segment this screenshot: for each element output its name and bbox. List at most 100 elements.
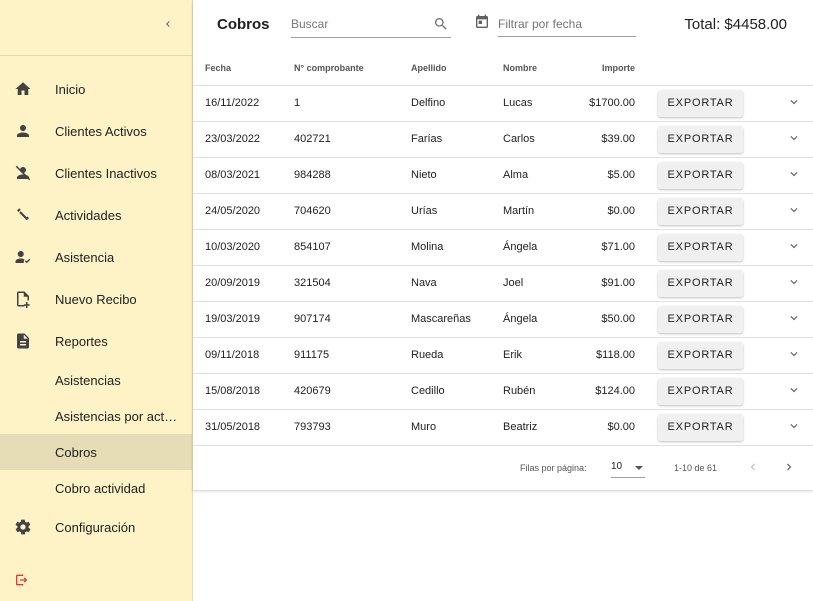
chevron-left-icon <box>166 21 170 27</box>
cell-nombre: Erik <box>491 337 551 374</box>
cell-nombre: Martín <box>491 193 551 230</box>
cell-importe: $71.00 <box>551 229 641 266</box>
table-row[interactable]: 10/03/2020 854107 Molina Ángela $71.00 E… <box>193 229 813 266</box>
export-button[interactable]: EXPORTAR <box>658 269 743 297</box>
sidebar-item-label: Actividades <box>55 207 122 223</box>
expand-row-button[interactable] <box>787 383 801 397</box>
sidebar-item-actividades[interactable]: Actividades <box>0 194 192 236</box>
expand-row-button[interactable] <box>787 347 801 361</box>
export-button[interactable]: EXPORTAR <box>658 413 743 441</box>
export-button[interactable]: EXPORTAR <box>658 197 743 225</box>
table-row[interactable]: 23/03/2022 402721 Farías Carlos $39.00 E… <box>193 121 813 158</box>
cell-importe: $0.00 <box>551 193 641 230</box>
sidebar-item-label: Nuevo Recibo <box>55 291 137 307</box>
logout-button[interactable] <box>14 572 30 593</box>
export-button[interactable]: EXPORTAR <box>658 233 743 261</box>
column-header-fecha[interactable]: Fecha <box>193 52 282 86</box>
sidebar-item-asistencia[interactable]: Asistencia <box>0 236 192 278</box>
cell-comprobante: 402721 <box>282 121 399 158</box>
cell-importe: $5.00 <box>551 157 641 194</box>
chevron-down-icon <box>790 315 798 320</box>
sidebar: Inicio Clientes Activos Clientes Inactiv… <box>0 0 193 601</box>
sidebar-item-configuracion[interactable]: Configuración <box>0 506 192 548</box>
toolbar: Cobros Total: $4458.00 <box>193 0 813 52</box>
export-button[interactable]: EXPORTAR <box>658 377 743 405</box>
cell-apellido: Cedillo <box>399 373 491 410</box>
cell-importe: $0.00 <box>551 409 641 446</box>
cell-fecha: 16/11/2022 <box>193 85 282 122</box>
expand-row-button[interactable] <box>787 419 801 433</box>
expand-row-button[interactable] <box>787 203 801 217</box>
cell-apellido: Delfino <box>399 85 491 122</box>
table-row[interactable]: 15/08/2018 420679 Cedillo Rubén $124.00 … <box>193 373 813 410</box>
pagination-range: 1-10 de 61 <box>674 462 718 473</box>
cell-fecha: 09/11/2018 <box>193 337 282 374</box>
cell-nombre: Carlos <box>491 121 551 158</box>
date-filter-field <box>498 12 636 37</box>
sidebar-subitem-cobros[interactable]: Cobros <box>0 434 192 470</box>
export-button[interactable]: EXPORTAR <box>658 125 743 153</box>
export-button[interactable]: EXPORTAR <box>658 305 743 333</box>
column-header-expand <box>741 52 813 86</box>
cell-importe: $50.00 <box>551 301 641 338</box>
cell-nombre: Ángela <box>491 229 551 266</box>
export-button[interactable]: EXPORTAR <box>658 341 743 369</box>
column-header-nombre[interactable]: Nombre <box>491 52 551 86</box>
previous-page-button[interactable] <box>746 460 760 476</box>
sidebar-item-nuevo-recibo[interactable]: Nuevo Recibo <box>0 278 192 320</box>
table-row[interactable]: 08/03/2021 984288 Nieto Alma $5.00 EXPOR… <box>193 157 813 194</box>
sidebar-item-inicio[interactable]: Inicio <box>0 68 192 110</box>
document-icon <box>17 333 29 349</box>
sidebar-item-label: Asistencia <box>55 249 115 265</box>
table-row[interactable]: 31/05/2018 793793 Muro Beatriz $0.00 EXP… <box>193 409 813 446</box>
column-header-apellido[interactable]: Apellido <box>399 52 491 86</box>
sidebar-subitem-asistencias[interactable]: Asistencias <box>0 362 192 398</box>
cell-fecha: 08/03/2021 <box>193 157 282 194</box>
column-header-importe[interactable]: Importe <box>551 52 641 86</box>
date-filter-input[interactable] <box>498 12 634 35</box>
sidebar-item-clientes-inactivos[interactable]: Clientes Inactivos <box>0 152 192 194</box>
search-button[interactable] <box>433 16 449 37</box>
cell-nombre: Alma <box>491 157 551 194</box>
collapse-sidebar-button[interactable] <box>156 12 180 36</box>
cell-comprobante: 984288 <box>282 157 399 194</box>
calendar-button[interactable] <box>474 14 490 35</box>
cell-fecha: 23/03/2022 <box>193 121 282 158</box>
table-row[interactable]: 20/09/2019 321504 Nava Joel $91.00 EXPOR… <box>193 265 813 302</box>
cell-apellido: Mascareñas <box>399 301 491 338</box>
sidebar-subitem-label: Cobros <box>55 444 97 460</box>
expand-row-button[interactable] <box>787 95 801 109</box>
cell-nombre: Lucas <box>491 85 551 122</box>
main-panel: Cobros Total: $4458.00 Fecha N° comproba… <box>193 0 813 490</box>
sidebar-subitem-cobro-actividad[interactable]: Cobro actividad <box>0 470 192 506</box>
chevron-left-icon <box>750 463 755 470</box>
sidebar-subitem-label: Asistencias por actividad <box>55 408 179 424</box>
cell-nombre: Beatriz <box>491 409 551 446</box>
sidebar-item-label: Configuración <box>55 519 136 535</box>
expand-row-button[interactable] <box>787 275 801 289</box>
sidebar-item-reportes[interactable]: Reportes <box>0 320 192 362</box>
next-page-button[interactable] <box>782 460 796 476</box>
table-row[interactable]: 09/11/2018 911175 Rueda Erik $118.00 EXP… <box>193 337 813 374</box>
chevron-right-icon <box>787 463 792 470</box>
dropdown-arrow-icon <box>635 465 643 470</box>
table-row[interactable]: 19/03/2019 907174 Mascareñas Ángela $50.… <box>193 301 813 338</box>
cell-nombre: Ángela <box>491 301 551 338</box>
export-button[interactable]: EXPORTAR <box>658 89 743 117</box>
sidebar-item-label: Clientes Activos <box>55 123 147 139</box>
table-row[interactable]: 24/05/2020 704620 Urías Martín $0.00 EXP… <box>193 193 813 230</box>
sidebar-subitem-asistencias-por-actividad[interactable]: Asistencias por actividad <box>0 398 192 434</box>
expand-row-button[interactable] <box>787 131 801 145</box>
expand-row-button[interactable] <box>787 167 801 181</box>
search-input[interactable] <box>291 12 427 36</box>
expand-row-button[interactable] <box>787 311 801 325</box>
export-button[interactable]: EXPORTAR <box>658 161 743 189</box>
sidebar-item-clientes-activos[interactable]: Clientes Activos <box>0 110 192 152</box>
expand-row-button[interactable] <box>787 239 801 253</box>
rows-per-page-select[interactable]: 10 <box>611 458 645 478</box>
sidebar-subitem-label: Cobro actividad <box>55 480 146 496</box>
column-header-comprobante[interactable]: N° comprobante <box>282 52 399 86</box>
cell-apellido: Molina <box>399 229 491 266</box>
cell-importe: $1700.00 <box>551 85 641 122</box>
table-row[interactable]: 16/11/2022 1 Delfino Lucas $1700.00 EXPO… <box>193 85 813 122</box>
